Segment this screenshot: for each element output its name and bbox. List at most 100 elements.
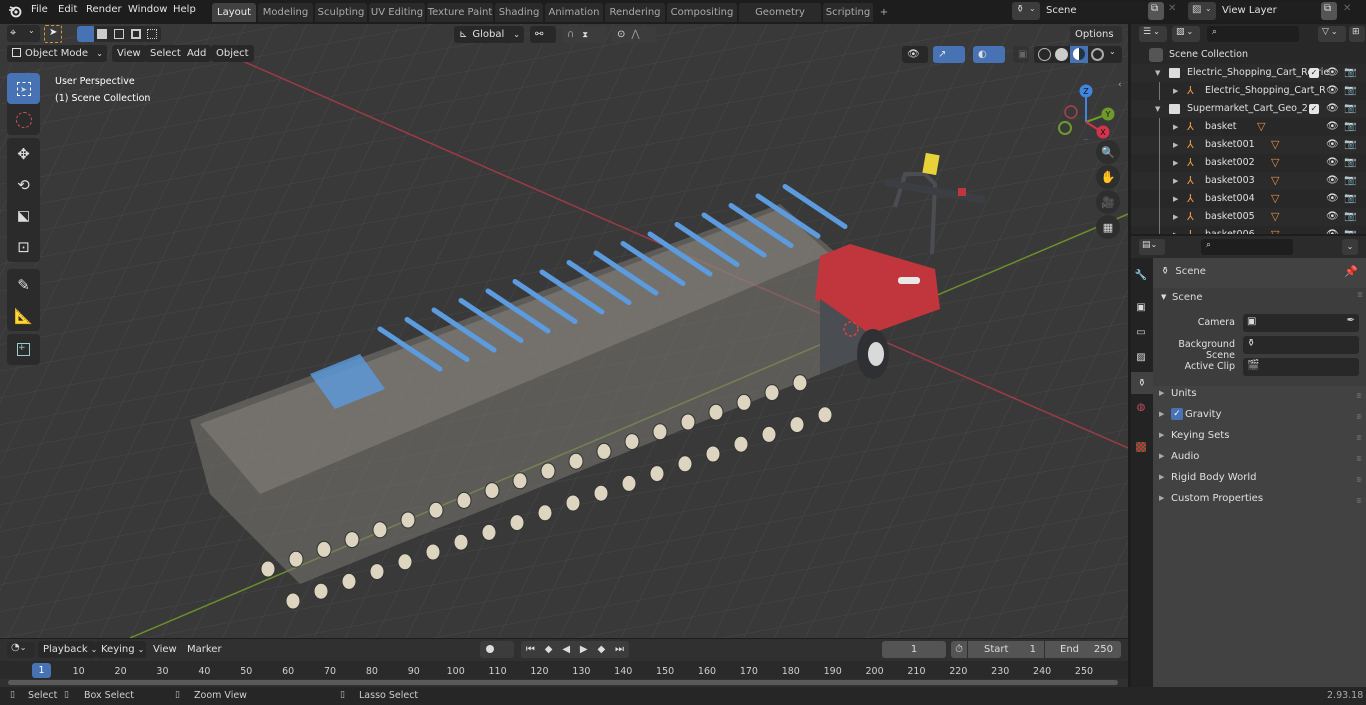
marker-menu[interactable]: Marker — [182, 641, 227, 658]
eye-icon[interactable]: 👁 — [1326, 82, 1339, 100]
tab-tool[interactable]: 🔧 — [1131, 264, 1151, 286]
view-layer-type-button[interactable]: ▨ ⌄ — [1188, 2, 1216, 20]
new-view-layer-button[interactable]: ⧉ — [1321, 2, 1337, 20]
3d-viewport[interactable]: ⌖ ⌄ ➤ Object Mode ⌄ View Select Add Obje… — [0, 24, 1128, 638]
jump-end-icon[interactable]: ⏭ — [615, 641, 624, 658]
camera-view-button[interactable]: 🎥 — [1096, 190, 1120, 214]
tab-scene[interactable]: ⚱ — [1131, 372, 1153, 394]
collapsed-arrow-icon[interactable]: ▶ — [1173, 118, 1178, 136]
prev-keyframe-icon[interactable]: ◆ — [545, 641, 553, 658]
gravity-checkbox[interactable]: ✓ — [1171, 408, 1183, 420]
camera-render-icon[interactable]: 📷 — [1344, 100, 1356, 118]
play-reverse-icon[interactable]: ◀ — [562, 641, 570, 658]
drag-grip-icon[interactable]: ⁞⁞⁞⁞ — [1356, 491, 1362, 512]
wireframe-shading-icon[interactable] — [1038, 48, 1051, 61]
eye-icon[interactable]: 👁 — [1326, 136, 1339, 154]
outliner-editor-type-button[interactable]: ☰ ⌄ — [1139, 26, 1167, 42]
add-workspace-button[interactable]: + — [876, 3, 892, 22]
workspace-tab-uv-editing[interactable]: UV Editing — [369, 3, 425, 22]
jump-start-icon[interactable]: ⏮ — [526, 641, 535, 658]
select-menu[interactable]: Select — [145, 45, 186, 62]
workspace-tab-animation[interactable]: Animation — [545, 3, 603, 22]
new-collection-button[interactable]: ⊞ — [1349, 26, 1365, 42]
pan-view-button[interactable]: ✋ — [1096, 165, 1120, 189]
properties-editor-type-button[interactable]: ▤⌄ — [1139, 239, 1165, 255]
outliner-row[interactable]: ▶ ⅄ basket003 ▽ 👁 📷 — [1131, 172, 1366, 190]
pivot-point-dropdown[interactable]: ⚯ — [530, 26, 556, 43]
blender-logo-icon[interactable] — [8, 4, 22, 18]
xray-toggle[interactable]: ▣ — [1013, 46, 1029, 63]
stopwatch-icon[interactable]: ⏱ — [951, 641, 967, 658]
annotate-tool[interactable]: ✎ — [7, 269, 40, 300]
material-preview-shading-icon[interactable] — [1070, 46, 1088, 63]
camera-render-icon[interactable]: 📷 — [1344, 226, 1356, 234]
transform-tool[interactable]: ⊡ — [7, 231, 40, 262]
outliner-row[interactable]: ▶ ⅄ Electric_Shopping_Cart_R 👁 📷 — [1131, 82, 1366, 100]
camera-render-icon[interactable]: 📷 — [1344, 190, 1356, 208]
camera-render-icon[interactable]: 📷 — [1344, 82, 1356, 100]
collapsed-arrow-icon[interactable]: ▶ — [1173, 190, 1178, 208]
cursor-tool[interactable] — [7, 104, 40, 135]
overlays-toggle[interactable]: ◐ — [973, 46, 1005, 63]
menu-edit[interactable]: Edit — [58, 4, 77, 15]
gizmo-neg-y[interactable] — [1058, 121, 1072, 135]
timeline-editor-type-button[interactable]: ◔⌄ — [7, 642, 35, 658]
scene-name-field[interactable]: Scene — [1040, 2, 1148, 19]
rendered-shading-icon[interactable] — [1091, 48, 1104, 61]
panel-audio[interactable]: ▶ Audio ⁞⁞⁞⁞ — [1159, 446, 1365, 467]
collapsed-arrow-icon[interactable]: ▶ — [1173, 172, 1178, 190]
object-mode-dropdown[interactable]: Object Mode ⌄ — [7, 45, 107, 62]
outliner-row[interactable]: ▶ ⅄ basket006 ▽ 👁 📷 — [1131, 226, 1366, 234]
outliner-row[interactable]: ▶ ⅄ basket005 ▽ 👁 📷 — [1131, 208, 1366, 226]
next-keyframe-icon[interactable]: ◆ — [597, 641, 605, 658]
menu-render[interactable]: Render — [86, 4, 122, 15]
eye-icon[interactable]: 👁 — [1326, 118, 1339, 136]
proportional-edit-toggle[interactable]: ⊙ ⋀ — [612, 26, 656, 43]
workspace-tab-rendering[interactable]: Rendering — [605, 3, 665, 22]
workspace-tab-layout[interactable]: Layout — [212, 3, 256, 22]
select-invert-icon[interactable] — [131, 29, 141, 39]
eye-icon[interactable]: 👁 — [1326, 100, 1339, 118]
active-clip-field[interactable]: 🎬 — [1243, 358, 1359, 376]
solid-shading-icon[interactable] — [1055, 48, 1068, 61]
visibility-dropdown[interactable]: 👁 — [902, 46, 928, 63]
filter-button[interactable]: ▽ ⌄ — [1318, 26, 1346, 42]
camera-render-icon[interactable]: 📷 — [1344, 64, 1356, 82]
timeline-view-menu[interactable]: View — [148, 641, 182, 658]
rotate-tool[interactable]: ⟲ — [7, 169, 40, 200]
properties-search-input[interactable]: ⌕ — [1201, 239, 1293, 255]
tab-view-layer[interactable]: ▨ — [1131, 346, 1151, 368]
panel-custom-properties[interactable]: ▶ Custom Properties ⁞⁞⁞⁞ — [1159, 488, 1365, 509]
transform-orientation-dropdown[interactable]: ⊾ Global ⌄ — [454, 26, 524, 43]
delete-scene-icon[interactable]: ✕ — [1168, 3, 1176, 14]
menu-window[interactable]: Window — [128, 4, 167, 15]
collapsed-arrow-icon[interactable]: ▶ — [1173, 226, 1178, 234]
exclude-checkbox[interactable]: ✓ — [1309, 104, 1319, 114]
workspace-tab-texture-paint[interactable]: Texture Paint — [427, 3, 493, 22]
play-icon[interactable]: ▶ — [580, 641, 588, 658]
eye-icon[interactable]: 👁 — [1326, 208, 1339, 226]
outliner-row[interactable]: ▼ Electric_Shopping_Cart_Retrie ✓ 👁 📷 — [1131, 64, 1366, 82]
tab-output[interactable]: ▭ — [1131, 321, 1151, 343]
panel-units[interactable]: ▶ Units ⁞⁞⁞⁞ — [1159, 383, 1365, 404]
eye-icon[interactable]: 👁 — [1326, 226, 1339, 234]
current-frame-field[interactable]: 1 — [882, 641, 946, 658]
pin-icon[interactable]: 📌 — [1344, 265, 1358, 278]
add-cube-tool[interactable]: + — [7, 334, 40, 365]
select-new-icon[interactable] — [77, 26, 94, 42]
sidebar-toggle-icon[interactable]: ‹ — [1118, 80, 1122, 90]
camera-render-icon[interactable]: 📷 — [1344, 208, 1356, 226]
new-scene-button[interactable]: ⧉ — [1148, 2, 1164, 20]
ortho-toggle-button[interactable]: ▦ — [1096, 215, 1120, 239]
camera-render-icon[interactable]: 📷 — [1344, 136, 1356, 154]
workspace-tab-sculpting[interactable]: Sculpting — [315, 3, 367, 22]
collapsed-arrow-icon[interactable]: ▶ — [1173, 136, 1178, 154]
drag-grip-icon[interactable]: ⁞⁞⁞⁞ — [1357, 291, 1363, 299]
navigation-gizmo[interactable]: Z Y X — [1050, 80, 1120, 140]
workspace-tab-compositing[interactable]: Compositing — [667, 3, 737, 22]
eye-icon[interactable]: 👁 — [1326, 190, 1339, 208]
workspace-tab-geometry-nodes[interactable]: Geometry Nodes — [739, 3, 821, 37]
select-extend-icon[interactable] — [97, 29, 107, 39]
expanded-arrow-icon[interactable]: ▼ — [1155, 100, 1160, 118]
keying-menu[interactable]: Keying ⌄ — [96, 641, 146, 658]
